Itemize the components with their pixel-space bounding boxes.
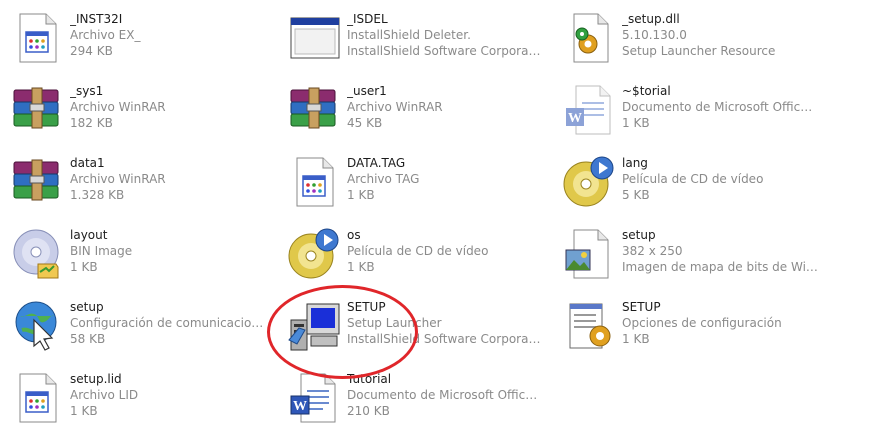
word-document-faded-icon: W (560, 80, 620, 140)
globe-cursor-icon (8, 296, 68, 356)
file-name: lang (622, 156, 648, 170)
file-layout[interactable]: layout BIN Image 1 KB (8, 224, 278, 288)
file-type: Documento de Microsoft Offic… (347, 388, 538, 402)
file-size: 58 KB (70, 332, 106, 346)
file-setup-lid[interactable]: setup.lid Archivo LID 1 KB (8, 368, 278, 432)
file-type: 5.10.130.0 (622, 28, 687, 42)
file-type: Archivo WinRAR (70, 172, 166, 186)
file-type: Configuración de comunicacio… (70, 316, 264, 330)
file-size: 210 KB (347, 404, 390, 418)
video-cd-icon (285, 224, 345, 284)
file-size: 45 KB (347, 116, 383, 130)
file-size: 5 KB (622, 188, 650, 202)
word-document-icon: W (285, 368, 345, 428)
file-tutorial[interactable]: W Tutorial Documento de Microsoft Offic…… (285, 368, 555, 432)
generic-app-file-icon (8, 8, 68, 68)
file-size: 1 KB (622, 116, 650, 130)
file-type: Película de CD de vídeo (622, 172, 764, 186)
file-name: layout (70, 228, 108, 242)
file-type: Archivo LID (70, 388, 139, 402)
svg-text:W: W (293, 399, 307, 414)
file-size: 182 KB (70, 116, 113, 130)
file-type: Documento de Microsoft Offic… (622, 100, 813, 114)
config-notepad-gear-icon (560, 296, 620, 356)
file-setup-config-options[interactable]: SETUP Opciones de configuración 1 KB (560, 296, 830, 360)
file-type: InstallShield Deleter. (347, 28, 471, 42)
file-os[interactable]: os Película de CD de vídeo 1 KB (285, 224, 555, 288)
file-sys1[interactable]: _sys1 Archivo WinRAR 182 KB (8, 80, 278, 144)
file-setup-dll[interactable]: _setup.dll 5.10.130.0 Setup Launcher Res… (560, 8, 830, 72)
file-temp-tutorial[interactable]: W ~$torial Documento de Microsoft Offic…… (560, 80, 830, 144)
file-lang[interactable]: lang Película de CD de vídeo 5 KB (560, 152, 830, 216)
generic-app-file-icon (8, 368, 68, 428)
file-inst32i[interactable]: _INST32I Archivo EX_ 294 KB (8, 8, 278, 72)
file-name: setup.lid (70, 372, 122, 386)
file-type: Película de CD de vídeo (347, 244, 489, 258)
file-type: 382 x 250 (622, 244, 683, 258)
bin-image-disc-icon (8, 224, 68, 284)
winrar-archive-icon (285, 80, 345, 140)
file-setup-config-comunicacion[interactable]: setup Configuración de comunicacio… 58 K… (8, 296, 278, 360)
video-cd-icon (560, 152, 620, 212)
file-data1[interactable]: data1 Archivo WinRAR 1.328 KB (8, 152, 278, 216)
file-size: 1 KB (70, 260, 98, 274)
file-name: data1 (70, 156, 105, 170)
file-name: _user1 (347, 84, 387, 98)
bitmap-image-icon (560, 224, 620, 284)
file-name: SETUP (347, 300, 386, 314)
svg-text:W: W (568, 111, 582, 126)
file-name: os (347, 228, 361, 242)
file-setup-bitmap[interactable]: setup 382 x 250 Imagen de mapa de bits d… (560, 224, 830, 288)
file-setup-launcher[interactable]: SETUP Setup Launcher InstallShield Softw… (285, 296, 555, 360)
setup-launcher-computer-icon (285, 296, 345, 356)
file-size: 1.328 KB (70, 188, 125, 202)
file-name: _INST32I (70, 12, 123, 26)
file-user1[interactable]: _user1 Archivo WinRAR 45 KB (285, 80, 555, 144)
file-name: _sys1 (70, 84, 104, 98)
file-name: DATA.TAG (347, 156, 406, 170)
file-type: Archivo WinRAR (347, 100, 443, 114)
file-isdel[interactable]: _ISDEL InstallShield Deleter. InstallShi… (285, 8, 555, 72)
winrar-archive-icon (8, 152, 68, 212)
winrar-archive-icon (8, 80, 68, 140)
file-size: Imagen de mapa de bits de Wi… (622, 260, 818, 274)
file-size: 1 KB (622, 332, 650, 346)
file-type: Setup Launcher (347, 316, 442, 330)
file-size: InstallShield Software Corpora… (347, 44, 541, 58)
file-name: ~$torial (622, 84, 671, 98)
generic-app-file-icon (285, 152, 345, 212)
file-name: setup (70, 300, 104, 314)
file-name: setup (622, 228, 656, 242)
file-size: InstallShield Software Corpora… (347, 332, 541, 346)
file-size: Setup Launcher Resource (622, 44, 776, 58)
file-name: _ISDEL (347, 12, 388, 26)
file-size: 1 KB (70, 404, 98, 418)
file-type: Archivo TAG (347, 172, 420, 186)
file-type: BIN Image (70, 244, 133, 258)
window-app-icon (285, 8, 345, 68)
file-name: Tutorial (347, 372, 392, 386)
file-size: 1 KB (347, 260, 375, 274)
file-name: SETUP (622, 300, 661, 314)
file-size: 1 KB (347, 188, 375, 202)
file-size: 294 KB (70, 44, 113, 58)
file-data-tag[interactable]: DATA.TAG Archivo TAG 1 KB (285, 152, 555, 216)
file-name: _setup.dll (622, 12, 680, 26)
dll-gear-icon (560, 8, 620, 68)
file-type: Opciones de configuración (622, 316, 782, 330)
file-type: Archivo EX_ (70, 28, 141, 42)
file-type: Archivo WinRAR (70, 100, 166, 114)
